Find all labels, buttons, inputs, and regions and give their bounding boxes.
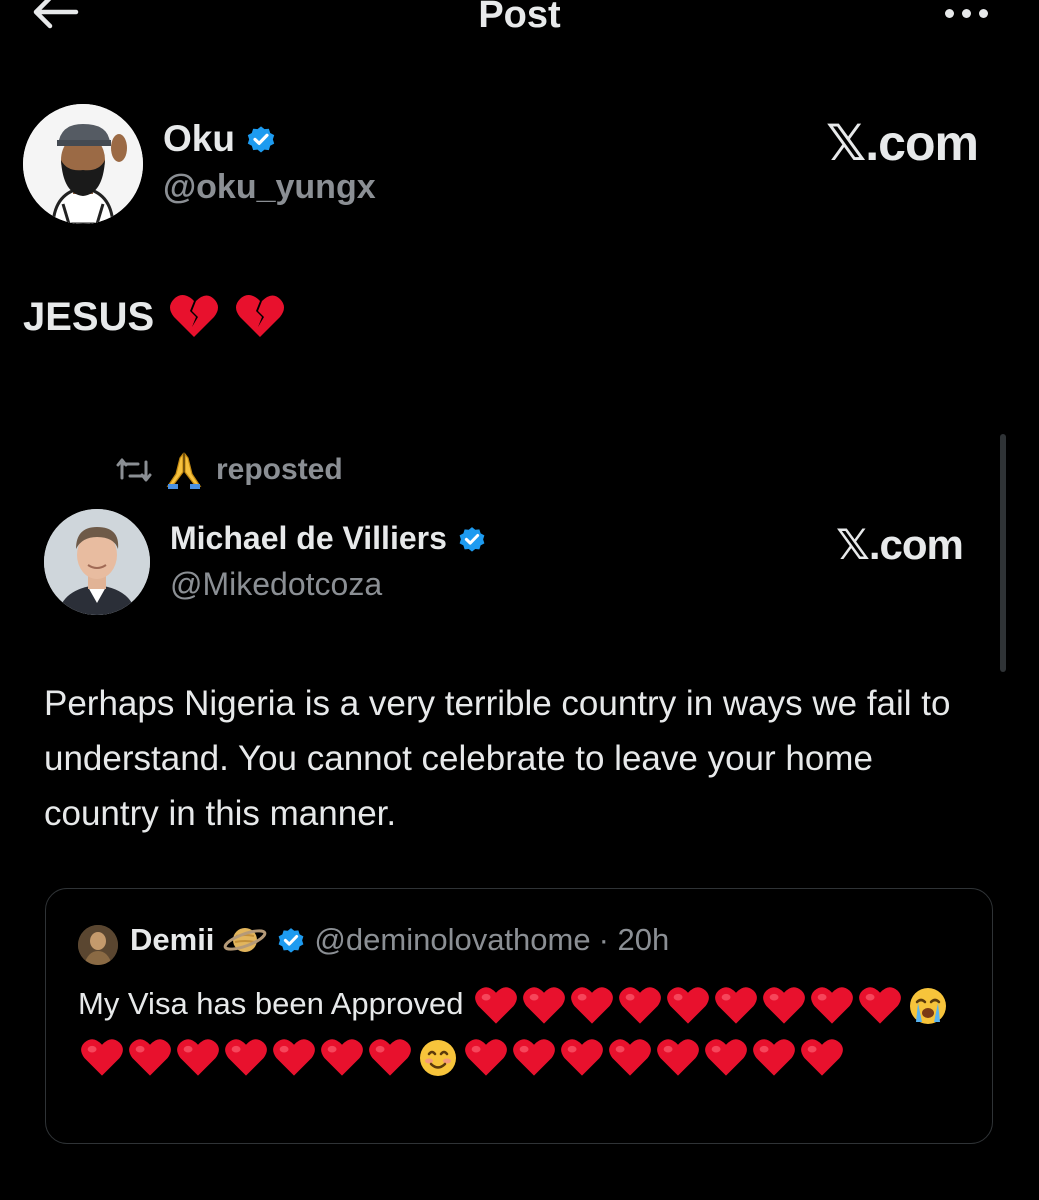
quoted-post-text: My Visa has been Approved bbox=[78, 978, 978, 1082]
red-heart-icon bbox=[224, 1038, 268, 1078]
red-heart-icon bbox=[80, 1038, 124, 1078]
red-heart-icon bbox=[570, 986, 614, 1026]
saturn-icon bbox=[224, 928, 267, 952]
author-name-text: Oku bbox=[163, 118, 235, 159]
smiling-face-icon bbox=[416, 1038, 460, 1078]
repost-author-handle[interactable]: @Mikedotcoza bbox=[170, 566, 382, 603]
red-heart-icon bbox=[762, 986, 806, 1026]
repost-indicator: reposted bbox=[116, 450, 343, 490]
red-heart-icon bbox=[810, 986, 854, 1026]
red-heart-icon bbox=[714, 986, 758, 1026]
repost-label: reposted bbox=[216, 453, 343, 486]
praying-hands-icon bbox=[166, 452, 202, 489]
verified-badge-icon bbox=[247, 126, 275, 153]
source-label: 𝕏.com bbox=[836, 521, 964, 568]
red-heart-icon bbox=[666, 986, 710, 1026]
red-heart-icon bbox=[608, 1038, 652, 1078]
red-heart-icon bbox=[704, 1038, 748, 1078]
repost-author-name-text: Michael de Villiers bbox=[170, 520, 447, 556]
repost-author-name[interactable]: Michael de Villiers bbox=[170, 520, 487, 557]
red-heart-icon bbox=[272, 1038, 316, 1078]
post-text-content: JESUS bbox=[23, 294, 155, 339]
page-title: Post bbox=[478, 0, 561, 36]
author-handle[interactable]: @oku_yungx bbox=[163, 168, 376, 207]
red-heart-icon bbox=[464, 1038, 508, 1078]
red-heart-icon bbox=[176, 1038, 220, 1078]
quoted-post-time: · 20h bbox=[598, 922, 670, 957]
post-text: JESUS bbox=[23, 293, 286, 341]
red-heart-icon bbox=[368, 1038, 412, 1078]
more-icon[interactable] bbox=[936, 0, 996, 28]
source-label: 𝕏.com bbox=[826, 115, 979, 171]
crying-face-icon bbox=[906, 986, 950, 1026]
verified-badge-icon bbox=[279, 928, 304, 953]
red-heart-icon bbox=[522, 986, 566, 1026]
red-heart-icon bbox=[752, 1038, 796, 1078]
broken-heart-icon bbox=[236, 295, 285, 337]
red-heart-icon bbox=[512, 1038, 556, 1078]
quoted-author-handle[interactable]: @deminolovathome bbox=[314, 922, 590, 958]
verified-badge-icon bbox=[459, 526, 485, 552]
red-heart-icon bbox=[800, 1038, 844, 1078]
red-heart-icon bbox=[858, 986, 902, 1026]
quoted-post-header: Demii @deminolovathome · 20h bbox=[130, 920, 669, 960]
avatar[interactable] bbox=[78, 925, 118, 965]
author-name[interactable]: Oku bbox=[163, 118, 277, 160]
red-heart-icon bbox=[474, 986, 518, 1026]
repost-text: Perhaps Nigeria is a very terrible count… bbox=[44, 684, 951, 833]
red-heart-icon bbox=[560, 1038, 604, 1078]
red-heart-icon bbox=[128, 1038, 172, 1078]
quoted-author-name[interactable]: Demii bbox=[130, 922, 214, 958]
red-heart-icon bbox=[320, 1038, 364, 1078]
avatar[interactable] bbox=[23, 104, 143, 224]
avatar[interactable] bbox=[44, 509, 150, 615]
repost-icon bbox=[116, 458, 152, 482]
broken-heart-icon bbox=[170, 295, 219, 337]
red-heart-icon bbox=[656, 1038, 700, 1078]
quoted-post-text-content: My Visa has been Approved bbox=[78, 986, 464, 1021]
red-heart-icon bbox=[618, 986, 662, 1026]
scrollbar[interactable] bbox=[1000, 434, 1006, 672]
